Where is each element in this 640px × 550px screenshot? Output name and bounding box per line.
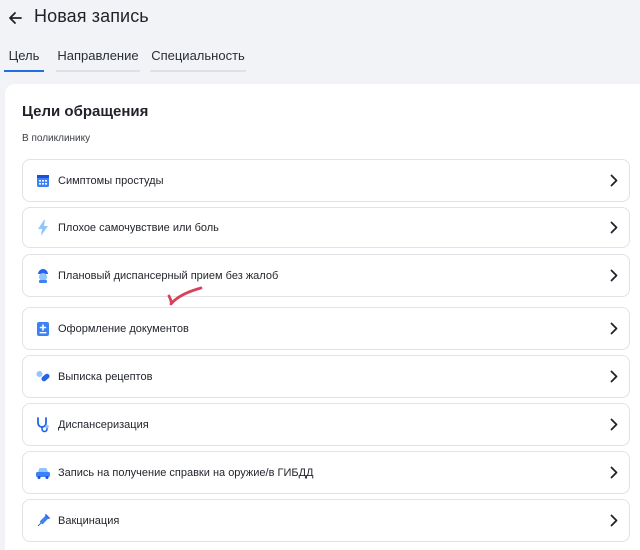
list-item-label: Диспансеризация	[58, 418, 149, 431]
list-item-cold-symptoms[interactable]: Симптомы простуды	[22, 159, 630, 202]
page-title: Новая запись	[34, 6, 149, 26]
list-item-label: Оформление документов	[58, 322, 189, 335]
car-icon	[35, 465, 51, 481]
back-button[interactable]	[4, 6, 26, 30]
list-item-planned-checkup[interactable]: Плановый диспансерный прием без жалоб	[22, 254, 630, 297]
calendar-grid-icon	[35, 173, 51, 189]
list-item-weapon-certificate[interactable]: Запись на получение справки на оружие/в …	[22, 451, 630, 494]
stethoscope-icon	[35, 416, 51, 433]
top-bar: Новая запись Цель Направление Специально…	[0, 0, 640, 84]
chevron-right-icon	[609, 514, 619, 528]
list-item-label: Плановый диспансерный прием без жалоб	[58, 269, 279, 282]
list-item-prescriptions[interactable]: Выписка рецептов	[22, 355, 630, 398]
chevron-right-icon	[609, 466, 619, 480]
tab-specialty[interactable]: Специальность	[150, 46, 246, 72]
syringe-icon	[35, 513, 51, 529]
list-item-feeling-unwell[interactable]: Плохое самочувствие или боль	[22, 207, 630, 248]
chevron-right-icon	[609, 174, 619, 188]
chevron-right-icon	[609, 418, 619, 432]
handwritten-checkmark-icon	[167, 286, 203, 306]
arrow-left-icon	[9, 12, 22, 24]
list-item-label: Симптомы простуды	[58, 174, 164, 187]
list-item-vaccination[interactable]: Вакцинация	[22, 499, 630, 542]
tab-bar: Цель Направление Специальность	[0, 46, 246, 72]
list-item-label: Выписка рецептов	[58, 370, 153, 383]
pills-icon	[35, 369, 51, 385]
medical-document-icon	[35, 321, 51, 337]
chevron-right-icon	[609, 221, 619, 235]
section-subtitle: В поликлинику	[22, 133, 91, 144]
list-item-label: Запись на получение справки на оружие/в …	[58, 466, 314, 479]
lightning-icon	[35, 219, 51, 236]
section-title: Цели обращения	[22, 103, 149, 120]
doctor-icon	[35, 268, 51, 284]
tab-goal[interactable]: Цель	[4, 46, 44, 72]
list-item-label: Плохое самочувствие или боль	[58, 221, 219, 234]
chevron-right-icon	[609, 370, 619, 384]
content-card: Цели обращения В поликлинику Симптомы пр…	[5, 84, 640, 550]
chevron-right-icon	[609, 322, 619, 336]
chevron-right-icon	[609, 269, 619, 283]
list-item-label: Вакцинация	[58, 514, 120, 527]
list-item-medical-exam[interactable]: Диспансеризация	[22, 403, 630, 446]
list-item-documents[interactable]: Оформление документов	[22, 307, 630, 350]
tab-referral[interactable]: Направление	[56, 46, 140, 72]
